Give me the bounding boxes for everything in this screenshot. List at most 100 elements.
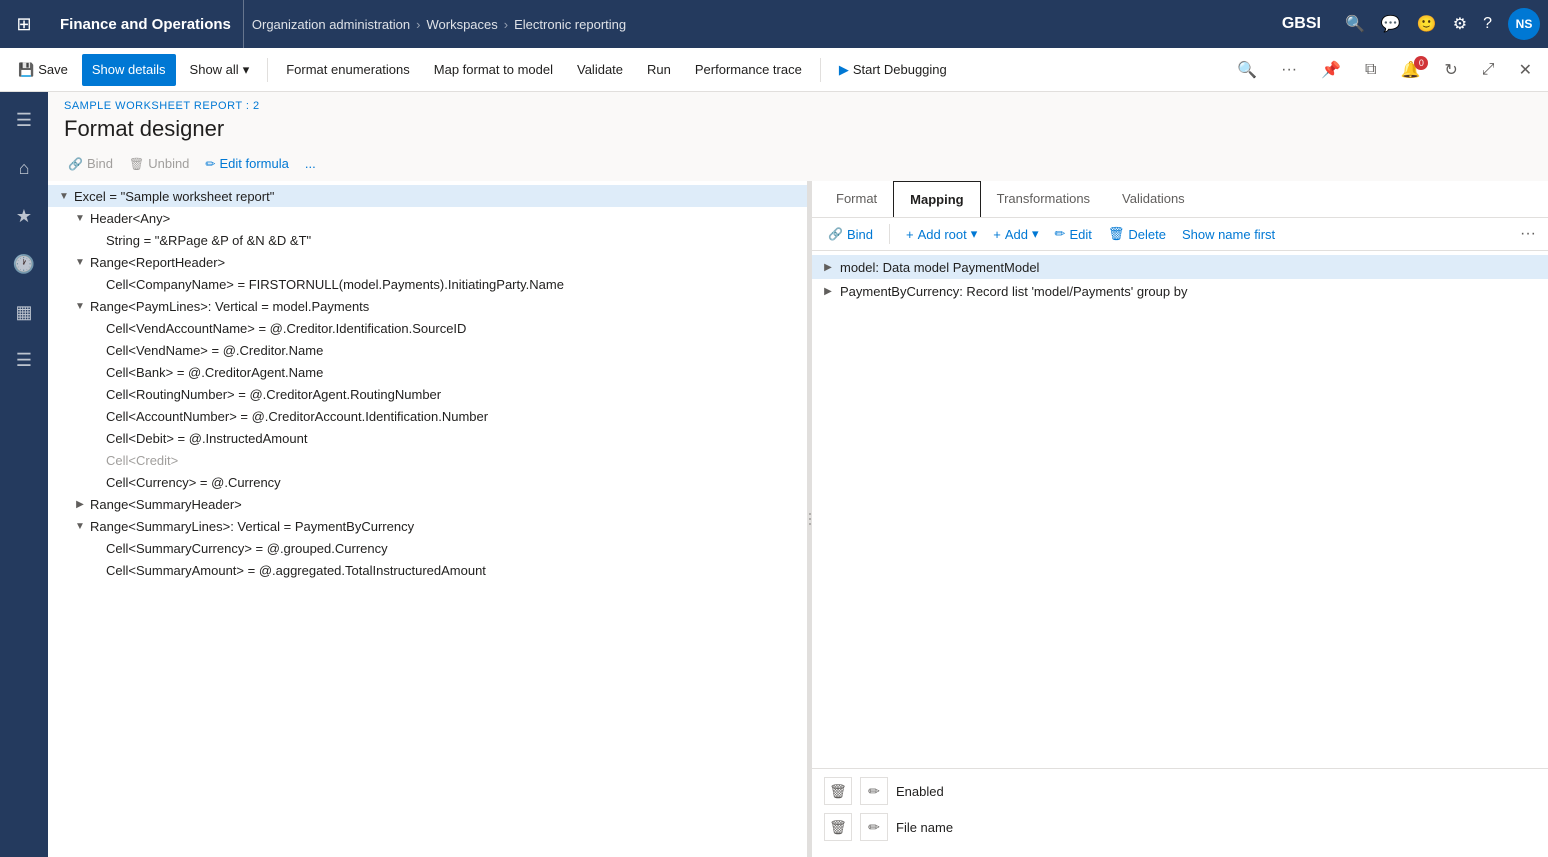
expander-icon[interactable]: ▼ [56, 188, 72, 204]
tree-item[interactable]: Cell<Debit> = @.InstructedAmount [48, 427, 807, 449]
tree-item[interactable]: Cell<VendName> = @.Creditor.Name [48, 339, 807, 361]
tree-item[interactable]: String = "&RPage &P of &N &D &T" [48, 229, 807, 251]
tree-item[interactable]: Cell<Credit> [48, 449, 807, 471]
divider-dots [809, 513, 811, 525]
enabled-delete-button[interactable]: 🗑 [824, 777, 852, 805]
tree-item[interactable]: Cell<SummaryCurrency> = @.grouped.Curren… [48, 537, 807, 559]
feedback-icon[interactable]: 🙂 [1417, 14, 1437, 34]
more-toolbar-button[interactable]: ... [301, 154, 320, 173]
mapping-bind-button[interactable]: 🔗 Bind [824, 225, 877, 244]
tree-item[interactable]: ▶ Range<SummaryHeader> [48, 493, 807, 515]
split-button[interactable]: ⧉ [1357, 57, 1384, 83]
pin-button[interactable]: 📌 [1313, 56, 1349, 84]
expander-icon[interactable]: ▼ [72, 298, 88, 314]
tab-mapping[interactable]: Mapping [893, 181, 980, 217]
filename-delete-button[interactable]: 🗑 [824, 813, 852, 841]
tree-item[interactable]: ▼ Excel = "Sample worksheet report" [48, 185, 807, 207]
tab-transformations[interactable]: Transformations [981, 181, 1106, 218]
mapping-tree: ▶ model: Data model PaymentModel ▶ Payme… [812, 251, 1548, 768]
sidebar-nav-workspaces[interactable]: ▦ [4, 292, 44, 332]
mapping-separator-1 [889, 224, 890, 244]
bind-button[interactable]: 🔗 Bind [64, 154, 117, 173]
notification-button[interactable]: 🔔 0 [1392, 56, 1428, 84]
add-root-icon: + [906, 227, 914, 242]
start-debugging-button[interactable]: ▶ Start Debugging [829, 54, 957, 86]
search-cmd-button[interactable]: 🔍 [1229, 56, 1265, 84]
mapping-properties: 🗑 ✏ Enabled 🗑 ✏ File name [812, 768, 1548, 857]
enabled-edit-button[interactable]: ✏ [860, 777, 888, 805]
sidebar-nav-hamburger[interactable]: ☰ [4, 100, 44, 140]
tab-format[interactable]: Format [820, 181, 893, 218]
show-name-first-button[interactable]: Show name first [1178, 225, 1279, 244]
mapping-expander-icon[interactable]: ▶ [820, 283, 836, 299]
help-icon[interactable]: ? [1483, 15, 1492, 33]
filename-edit-button[interactable]: ✏ [860, 813, 888, 841]
waffle-icon[interactable]: ⊞ [8, 8, 40, 40]
add-root-button[interactable]: + Add root ▾ [902, 224, 981, 244]
tree-item[interactable]: ▼ Range<PaymLines>: Vertical = model.Pay… [48, 295, 807, 317]
breadcrumb-workspaces[interactable]: Workspaces [426, 17, 497, 32]
expander-icon[interactable]: ▼ [72, 254, 88, 270]
mapping-item[interactable]: ▶ PaymentByCurrency: Record list 'model/… [812, 279, 1548, 303]
map-format-to-model-button[interactable]: Map format to model [424, 54, 563, 86]
chat-icon[interactable]: 💬 [1381, 14, 1401, 34]
mapping-expander-icon[interactable]: ▶ [820, 259, 836, 275]
tree-item[interactable]: ▼ Range<SummaryLines>: Vertical = Paymen… [48, 515, 807, 537]
search-icon[interactable]: 🔍 [1345, 14, 1365, 34]
edit-formula-button[interactable]: ✏ Edit formula [201, 154, 292, 173]
expander-icon [88, 232, 104, 248]
show-details-button[interactable]: Show details [82, 54, 176, 86]
tree-item[interactable]: ▼ Range<ReportHeader> [48, 251, 807, 273]
tab-validations[interactable]: Validations [1106, 181, 1201, 218]
settings-icon[interactable]: ⚙ [1453, 14, 1467, 34]
tree-item[interactable]: Cell<Currency> = @.Currency [48, 471, 807, 493]
unbind-button[interactable]: 🗑 Unbind [125, 154, 193, 173]
save-button[interactable]: 💾 Save [8, 54, 78, 86]
sidebar-nav-recent[interactable]: 🕐 [4, 244, 44, 284]
show-all-button[interactable]: Show all ▾ [180, 54, 260, 86]
close-button[interactable]: ✕ [1511, 56, 1540, 84]
save-icon: 💾 [18, 62, 34, 78]
enabled-label: Enabled [896, 784, 944, 799]
add-button[interactable]: + Add ▾ [989, 224, 1042, 244]
format-enumerations-button[interactable]: Format enumerations [276, 54, 420, 86]
delete-icon: 🗑 [1108, 226, 1125, 242]
expand-button[interactable]: ⤢ [1474, 57, 1503, 83]
mapping-more-button[interactable]: ··· [1520, 225, 1536, 243]
top-nav-icons: GBSI 🔍 💬 🙂 ⚙ ? NS [1274, 8, 1540, 40]
refresh-button[interactable]: ↻ [1436, 56, 1465, 84]
user-avatar[interactable]: NS [1508, 8, 1540, 40]
content-pane: SAMPLE WORKSHEET REPORT : 2 Format desig… [48, 92, 1548, 857]
breadcrumb-org-admin[interactable]: Organization administration [252, 17, 410, 32]
tree-item[interactable]: Cell<Bank> = @.CreditorAgent.Name [48, 361, 807, 383]
tree-item[interactable]: Cell<CompanyName> = FIRSTORNULL(model.Pa… [48, 273, 807, 295]
expander-icon[interactable]: ▼ [72, 210, 88, 226]
sidebar-nav-modules[interactable]: ☰ [4, 340, 44, 380]
mapping-item[interactable]: ▶ model: Data model PaymentModel [812, 255, 1548, 279]
tree-item[interactable]: Cell<SummaryAmount> = @.aggregated.Total… [48, 559, 807, 581]
expander-icon [88, 474, 104, 490]
sidebar-nav-home[interactable]: ⌂ [4, 148, 44, 188]
tree-item[interactable]: Cell<AccountNumber> = @.CreditorAccount.… [48, 405, 807, 427]
command-bar: 💾 Save Show details Show all ▾ Format en… [0, 48, 1548, 92]
run-button[interactable]: Run [637, 54, 681, 86]
performance-trace-button[interactable]: Performance trace [685, 54, 812, 86]
expander-icon[interactable]: ▶ [72, 496, 88, 512]
tree-item[interactable]: Cell<RoutingNumber> = @.CreditorAgent.Ro… [48, 383, 807, 405]
validate-button[interactable]: Validate [567, 54, 633, 86]
expander-icon [88, 364, 104, 380]
tree-item[interactable]: ▼ Header<Any> [48, 207, 807, 229]
delete-button[interactable]: 🗑 Delete [1104, 224, 1170, 244]
expander-icon [88, 452, 104, 468]
more-options-button[interactable]: ··· [1273, 57, 1305, 83]
property-row-enabled: 🗑 ✏ Enabled [824, 777, 1536, 805]
expander-icon[interactable]: ▼ [72, 518, 88, 534]
add-icon: + [993, 227, 1001, 242]
edit-button[interactable]: ✏ Edit [1051, 224, 1096, 244]
tree-item[interactable]: Cell<VendAccountName> = @.Creditor.Ident… [48, 317, 807, 339]
expander-icon [88, 430, 104, 446]
sidebar-nav-favorites[interactable]: ★ [4, 196, 44, 236]
page-breadcrumb: SAMPLE WORKSHEET REPORT : 2 [64, 100, 1532, 112]
breadcrumb-electronic-reporting[interactable]: Electronic reporting [514, 17, 626, 32]
split-pane: ▼ Excel = "Sample worksheet report" ▼ He… [48, 181, 1548, 857]
